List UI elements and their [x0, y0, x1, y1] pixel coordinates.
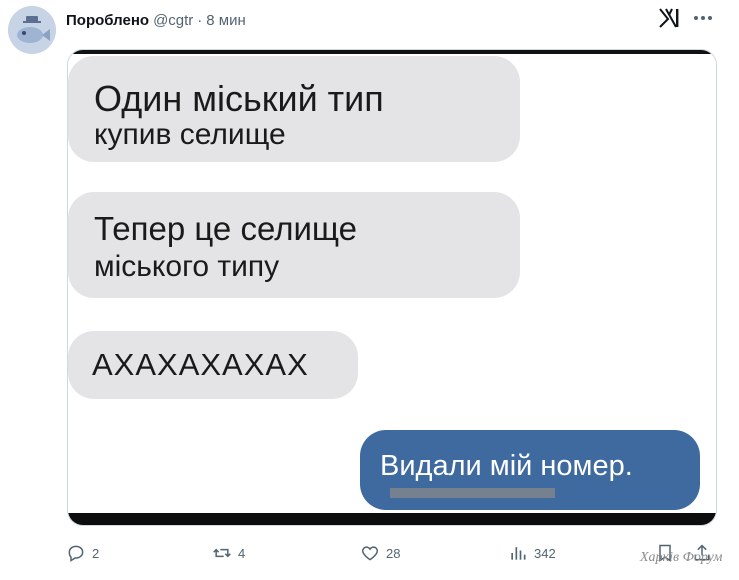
like-count: 28	[386, 545, 401, 561]
message-bubble-1: Один міський тип купив селище	[68, 56, 520, 162]
views-icon	[511, 547, 526, 560]
message-bubble-3: АХАХАХАХАХ	[68, 331, 358, 399]
message-text: Тепер це селище	[94, 210, 358, 247]
media-top-edge	[68, 50, 716, 54]
avatar-fish-icon	[8, 6, 56, 54]
watermark: Харків Форум	[640, 550, 723, 565]
retweet-icon	[213, 548, 231, 558]
heart-icon	[361, 546, 379, 561]
avatar[interactable]	[8, 6, 56, 54]
more-icon[interactable]	[692, 8, 714, 28]
tweet-media[interactable]: Один міський тип купив селище Тепер це с…	[67, 49, 717, 526]
message-text: міського типу	[94, 250, 280, 283]
message-bubble-2: Тепер це селище міського типу	[68, 192, 520, 298]
retweet-count: 4	[238, 545, 246, 561]
reply-button[interactable]: 2	[66, 538, 99, 568]
message-text: купив селище	[94, 118, 286, 151]
redaction-mark	[390, 488, 555, 498]
views-button[interactable]: 342	[508, 538, 556, 568]
timestamp[interactable]: 8 мин	[206, 12, 246, 29]
message-text: Видали мій номер.	[380, 450, 633, 482]
reply-icon	[68, 545, 84, 562]
reply-count: 2	[92, 545, 100, 561]
chat-screenshot: Один міський тип купив селище Тепер це с…	[68, 50, 716, 525]
action-bar: 2 4 28 342	[0, 538, 739, 568]
message-bubble-4: Видали мій номер.	[360, 430, 700, 510]
message-text: Один міський тип	[94, 78, 384, 119]
separator-dot: ·	[197, 11, 203, 29]
x-logo-icon[interactable]	[657, 6, 681, 30]
media-bottom-edge	[68, 513, 716, 525]
author-handle[interactable]: @cgtr	[153, 12, 193, 29]
like-button[interactable]: 28	[360, 538, 400, 568]
message-text: АХАХАХАХАХ	[92, 347, 309, 382]
tweet-header: Пороблено @cgtr · 8 мин	[66, 10, 246, 30]
retweet-button[interactable]: 4	[212, 538, 245, 568]
author-name[interactable]: Пороблено	[66, 12, 149, 29]
views-count: 342	[534, 545, 556, 561]
